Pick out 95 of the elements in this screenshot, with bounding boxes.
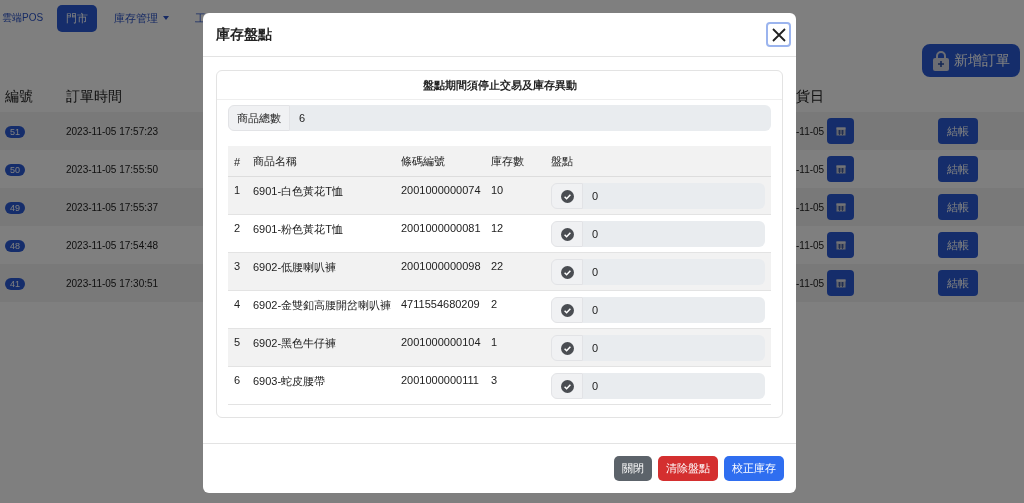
new-order-button[interactable]: 新增訂單	[922, 44, 1020, 77]
table-cell: -11-05	[796, 201, 825, 213]
footer-button[interactable]: 校正庫存	[724, 456, 784, 481]
calendar-icon	[835, 202, 846, 212]
calendar-button[interactable]	[827, 156, 855, 182]
table-cell-text: 1	[491, 336, 499, 350]
calendar-icon	[835, 126, 846, 136]
checkout-button[interactable]: 結帳	[938, 232, 978, 258]
checkout-button[interactable]: 結帳	[938, 118, 978, 144]
footer-button[interactable]: 關閉	[614, 456, 652, 481]
nav-link[interactable]: 門市	[57, 4, 98, 32]
count-field[interactable]: 0	[583, 183, 765, 209]
calendar-button[interactable]	[827, 194, 855, 220]
confirm-button[interactable]	[551, 259, 583, 285]
confirm-button[interactable]	[551, 183, 583, 209]
table-cell-text: 6901-白色黃花T恤	[253, 184, 344, 199]
calendar-button[interactable]	[827, 118, 855, 144]
footer-button[interactable]: 清除盤點	[658, 456, 718, 481]
checkout-button[interactable]: 結帳	[938, 194, 978, 220]
column-header: 貨日	[796, 88, 825, 106]
table-cell: -11-05	[796, 163, 825, 175]
card-title: 盤點期間須停止交易及庫存異動	[422, 77, 577, 93]
order-number-badge: 48	[5, 239, 25, 252]
confirm-button[interactable]	[551, 221, 583, 247]
table-cell-text: 6903-蛇皮腰帶	[253, 374, 327, 389]
column-header: 訂單時間	[65, 88, 123, 106]
order-number-badge: 41	[5, 277, 25, 290]
brand-link[interactable]: 雲端POS	[2, 11, 48, 25]
confirm-button[interactable]	[551, 335, 583, 361]
column-header: 條碼編號	[401, 154, 446, 169]
count-field[interactable]: 0	[583, 221, 765, 247]
checkout-button[interactable]: 結帳	[938, 270, 978, 296]
check-circle-icon	[560, 265, 574, 279]
close-icon	[771, 27, 786, 42]
table-cell-text: 4	[233, 298, 242, 312]
table-cell-text: 2001000000098	[401, 260, 482, 274]
column-header: 編號	[4, 88, 34, 106]
calendar-button[interactable]	[827, 270, 855, 296]
table-cell-text: 2001000000074	[401, 184, 482, 198]
table-cell-text: 6902-低腰喇叭褲	[253, 260, 338, 275]
table-cell-text: 2023-11-05 17:54:48	[65, 239, 160, 251]
column-header: #	[233, 155, 242, 168]
table-cell-text: 2023-11-05 17:57:23	[65, 125, 160, 137]
checkout-button[interactable]: 結帳	[938, 156, 978, 182]
table-cell-text: 2023-11-05 17:55:37	[65, 201, 160, 213]
table-cell-text: 6902-黑色牛仔褲	[253, 336, 338, 351]
order-number-badge: 50	[5, 163, 25, 176]
table-cell-text: 2	[491, 298, 499, 312]
table-cell-text: 1	[233, 184, 242, 198]
table-cell-text: 10	[491, 184, 505, 198]
calendar-icon	[835, 278, 846, 288]
table-cell-text: 22	[491, 260, 505, 274]
calendar-button[interactable]	[827, 232, 855, 258]
order-number-badge: 51	[5, 125, 25, 138]
table-cell-text: 2001000000111	[401, 374, 480, 388]
table-cell-text: 2023-11-05 17:30:51	[65, 277, 160, 289]
table-cell-text: 2023-11-05 17:55:50	[65, 163, 160, 175]
total-field[interactable]: 6	[290, 105, 771, 131]
nav-link[interactable]: 庫存管理	[105, 4, 179, 32]
calendar-icon	[835, 240, 846, 250]
count-field[interactable]: 0	[583, 373, 765, 399]
table-cell-text: 6	[233, 374, 242, 388]
table-cell-text: 12	[491, 222, 505, 236]
table-cell: -11-05	[796, 239, 825, 251]
column-header: 商品名稱	[253, 154, 298, 169]
check-circle-icon	[560, 227, 574, 241]
table-cell-text: 5	[233, 336, 242, 350]
table-cell-text: 2001000000104	[401, 336, 482, 350]
caret-icon	[163, 16, 170, 20]
table-cell: -11-05	[796, 125, 825, 137]
table-cell-text: 2	[233, 222, 242, 236]
table-cell-text: 6902-金雙釦高腰開岔喇叭褲	[253, 298, 393, 313]
column-header: 盤點	[551, 154, 574, 169]
table-cell-text: 2001000000081	[401, 222, 482, 236]
column-header: 庫存數	[491, 154, 525, 169]
confirm-button[interactable]	[551, 297, 583, 323]
count-field[interactable]: 0	[583, 259, 765, 285]
modal-title: 庫存盤點	[216, 25, 272, 44]
check-circle-icon	[560, 341, 574, 355]
table-cell: -11-05	[796, 277, 825, 289]
check-circle-icon	[560, 189, 574, 203]
confirm-button[interactable]	[551, 373, 583, 399]
input-label: 商品總數	[228, 105, 290, 131]
close-button[interactable]	[766, 22, 791, 47]
check-circle-icon	[560, 379, 574, 393]
order-number-badge: 49	[5, 201, 25, 214]
table-cell-text: 3	[233, 260, 242, 274]
calendar-icon	[835, 164, 846, 174]
bag-icon	[932, 50, 950, 71]
table-cell-text: 4711554680209	[401, 298, 481, 312]
count-field[interactable]: 0	[583, 297, 765, 323]
count-field[interactable]: 0	[583, 335, 765, 361]
table-cell-text: 6901-粉色黃花T恤	[253, 222, 344, 237]
check-circle-icon	[560, 303, 574, 317]
table-cell-text: 3	[491, 374, 499, 388]
